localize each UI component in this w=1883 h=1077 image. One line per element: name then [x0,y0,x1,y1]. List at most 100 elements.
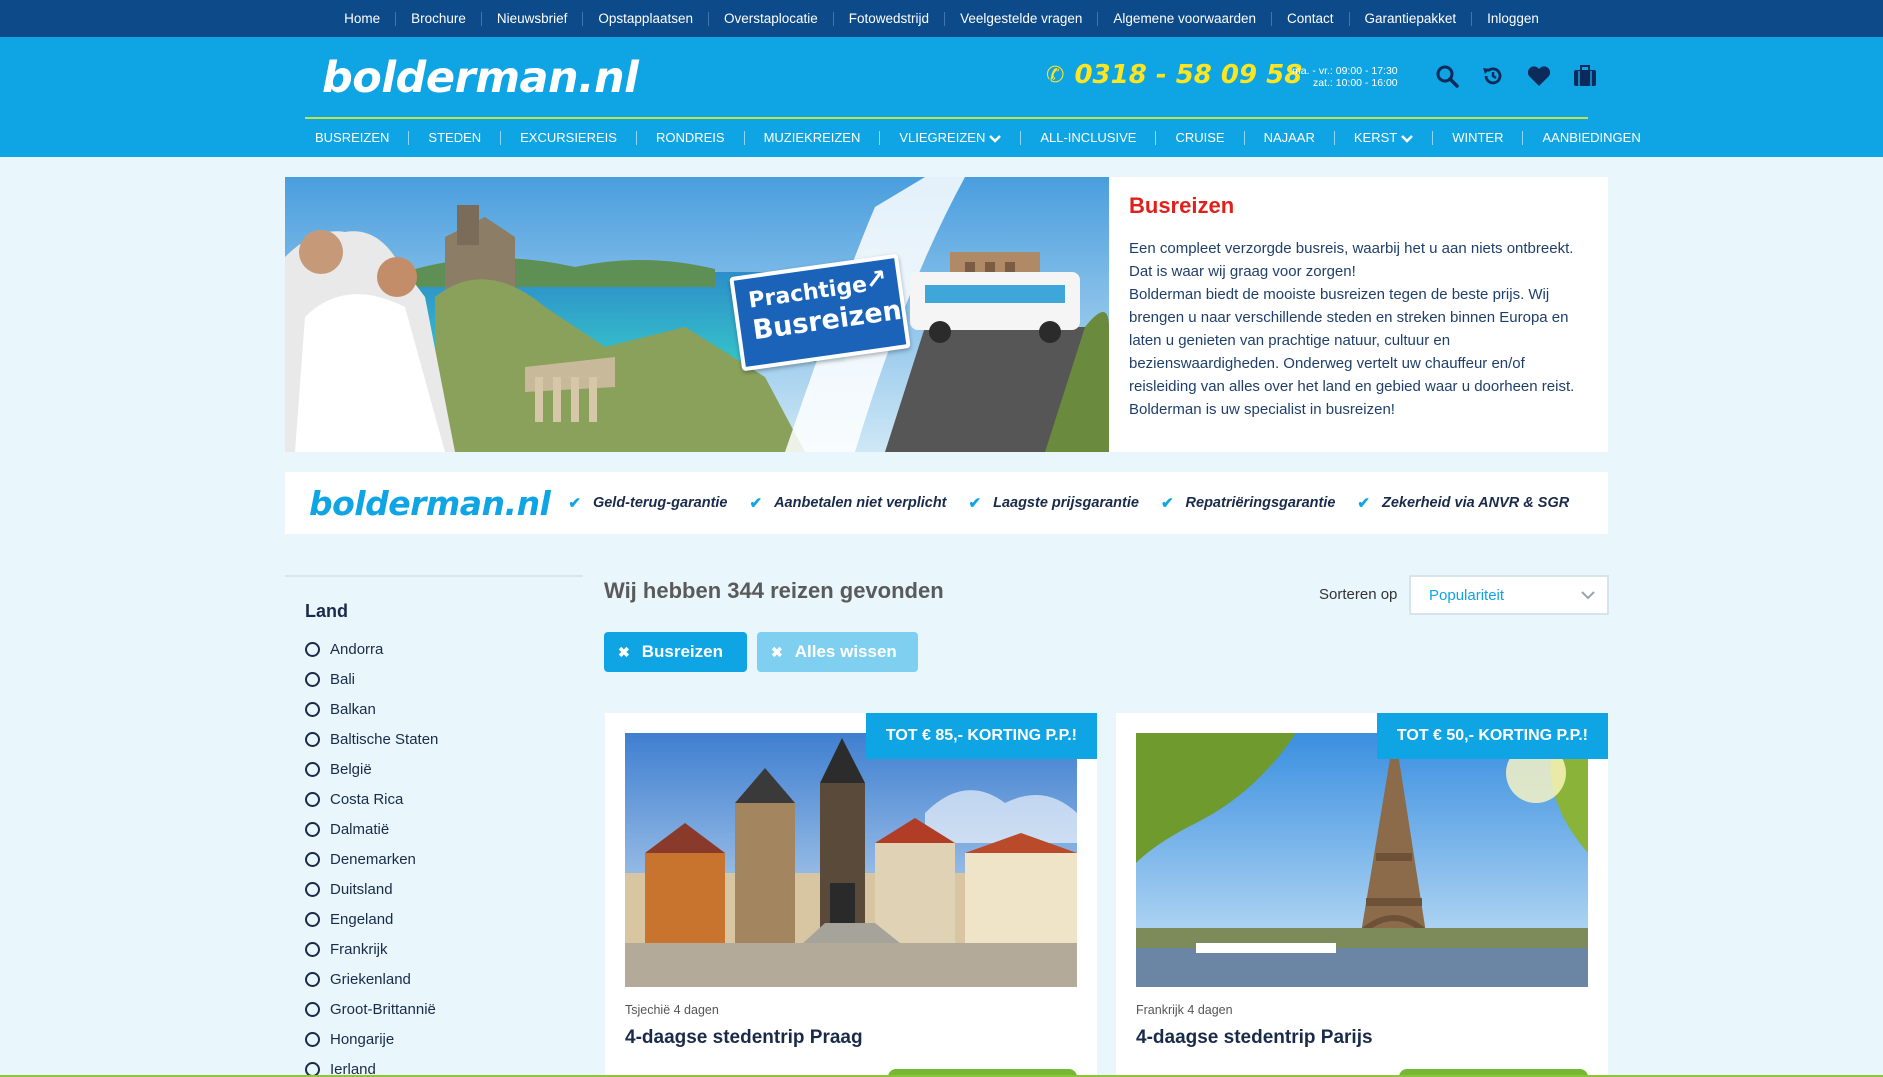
radio-icon[interactable] [305,671,320,687]
nav-label: ALL-INCLUSIVE [1040,130,1137,145]
top-nav-garantiepakket[interactable]: Garantiepakket [1348,11,1472,26]
nav-vliegreizen[interactable]: VLIEGREIZEN [879,131,1020,145]
search-icon[interactable] [1434,63,1460,89]
filter-option[interactable]: Denemarken [305,844,583,874]
radio-icon[interactable] [305,731,320,747]
filter-label: Costa Rica [330,790,404,808]
top-nav-opstapplaatsen[interactable]: Opstapplaatsen [582,11,708,26]
nav-najaar[interactable]: NAJAAR [1243,131,1334,145]
filter-option[interactable]: Duitsland [305,874,583,904]
top-nav-brochure[interactable]: Brochure [395,11,481,26]
radio-icon[interactable] [305,791,320,807]
filter-option[interactable]: België [305,754,583,784]
trip-title[interactable]: 4-daagse stedentrip Parijs [1136,1027,1373,1049]
heart-icon[interactable] [1526,63,1552,89]
radio-icon[interactable] [305,1031,320,1047]
arrow-up-right-icon: ↗ [863,263,889,297]
radio-icon[interactable] [305,1001,320,1017]
site-header: bolderman.nl ✆ 0318 - 58 09 58 ma. - vr.… [0,37,1883,157]
nav-busreizen[interactable]: BUSREIZEN [305,131,408,145]
close-icon: ✖ [618,643,630,660]
trip-title[interactable]: 4-daagse stedentrip Praag [625,1027,863,1049]
site-logo[interactable]: bolderman.nl [322,53,639,103]
nav-winter[interactable]: WINTER [1432,131,1522,145]
nav-cruise[interactable]: CRUISE [1155,131,1243,145]
usp-label: Geld-terug-garantie [592,495,728,511]
top-nav: Home Brochure Nieuwsbrief Opstapplaatsen… [0,0,1883,37]
filter-option[interactable]: Costa Rica [305,784,583,814]
top-nav-voorwaarden[interactable]: Algemene voorwaarden [1097,11,1271,26]
main-nav: BUSREIZEN STEDEN EXCURSIEREIS RONDREIS M… [305,123,1641,153]
radio-icon[interactable] [305,971,320,987]
filter-label: Frankrijk [330,940,388,958]
filter-option[interactable]: Dalmatië [305,814,583,844]
filter-option[interactable]: Engeland [305,904,583,934]
nav-rondreis[interactable]: RONDREIS [635,130,744,145]
chip-label: Busreizen [641,642,723,661]
trip-image-parijs[interactable] [1136,733,1588,987]
filter-option[interactable]: Groot-Brittannië [305,994,583,1024]
sort-value: Populariteit [1429,586,1505,604]
nav-muziekreizen[interactable]: MUZIEKREIZEN [743,131,880,145]
nav-aanbiedingen[interactable]: AANBIEDINGEN [1522,131,1659,145]
top-nav-faq[interactable]: Veelgestelde vragen [944,11,1097,26]
nav-label: BUSREIZEN [315,130,390,145]
filter-label: Dalmatië [330,820,390,838]
active-filter-chip-busreizen[interactable]: ✖ Busreizen [604,632,747,672]
filter-label: Baltische Staten [330,730,439,748]
usp-label: Aanbetalen niet verplicht [774,495,947,511]
top-nav-nieuwsbrief[interactable]: Nieuwsbrief [480,11,583,26]
check-icon: ✔ [749,495,763,512]
history-icon[interactable] [1480,63,1506,89]
filter-option[interactable]: Hongarije [305,1024,583,1054]
phone-text: 0318 - 58 09 58 [1074,60,1303,90]
filter-label: Griekenland [330,970,411,988]
phone-number[interactable]: ✆ 0318 - 58 09 58 [1046,60,1302,90]
hero-paragraph-2: Bolderman biedt de mooiste busreizen teg… [1129,286,1575,418]
radio-icon[interactable] [305,761,320,777]
filter-heading-land: Land [305,601,348,621]
radio-icon[interactable] [305,821,320,837]
usp-logo: bolderman.nl [309,483,551,523]
filter-label: Bali [330,670,356,688]
opening-hours: ma. - vr.: 09:00 - 17:30 zat.: 10:00 - 1… [1292,65,1398,89]
usp-label: Laagste prijsgarantie [993,495,1139,511]
nav-all-inclusive[interactable]: ALL-INCLUSIVE [1020,131,1155,145]
radio-icon[interactable] [305,941,320,957]
trip-image-praag[interactable] [625,733,1077,987]
hero-section: Prachtige Busreizen ↗ Busreizen Een comp… [285,177,1608,452]
top-nav-fotowedstrijd[interactable]: Fotowedstrijd [832,11,944,26]
radio-icon[interactable] [305,701,320,717]
filter-option[interactable]: Baltische Staten [305,724,583,754]
check-icon: ✔ [968,495,982,512]
trip-card[interactable]: TOT € 50,- KORTING P.P.! Frankrijk 4 dag… [1116,713,1608,1077]
clear-all-filters-button[interactable]: ✖ Alles wissen [757,632,918,672]
filter-option[interactable]: Balkan [305,694,583,724]
radio-icon[interactable] [305,881,320,897]
radio-icon[interactable] [305,641,320,657]
suitcase-icon[interactable] [1572,63,1598,89]
radio-icon[interactable] [305,851,320,867]
hours-weekdays: ma. - vr.: 09:00 - 17:30 [1292,65,1398,77]
filter-option[interactable]: Bali [305,664,583,694]
country-filter-list: Andorra Bali Balkan Baltische Staten Bel… [305,634,583,1077]
top-nav-overstaplocatie[interactable]: Overstaplocatie [707,11,833,26]
top-nav-home[interactable]: Home [329,11,395,26]
nav-label: EXCURSIEREIS [520,130,617,145]
nav-label: RONDREIS [655,130,725,145]
filter-sidebar: Land Andorra Bali Balkan Baltische State… [285,575,583,1077]
filter-option[interactable]: Ierland [305,1054,583,1077]
filter-option[interactable]: Andorra [305,634,583,664]
nav-steden[interactable]: STEDEN [408,131,500,145]
filter-option[interactable]: Griekenland [305,964,583,994]
top-nav-inloggen[interactable]: Inloggen [1471,11,1554,26]
sidebar-divider [285,575,583,577]
trip-card[interactable]: TOT € 85,- KORTING P.P.! Tsjechië 4 dage… [605,713,1097,1077]
top-nav-contact[interactable]: Contact [1271,11,1349,26]
nav-kerst[interactable]: KERST [1333,131,1432,145]
radio-icon[interactable] [305,911,320,927]
chevron-down-icon [989,134,1002,143]
filter-option[interactable]: Frankrijk [305,934,583,964]
nav-excursiereis[interactable]: EXCURSIEREIS [500,131,636,145]
sort-select[interactable]: Populariteit [1409,575,1609,615]
